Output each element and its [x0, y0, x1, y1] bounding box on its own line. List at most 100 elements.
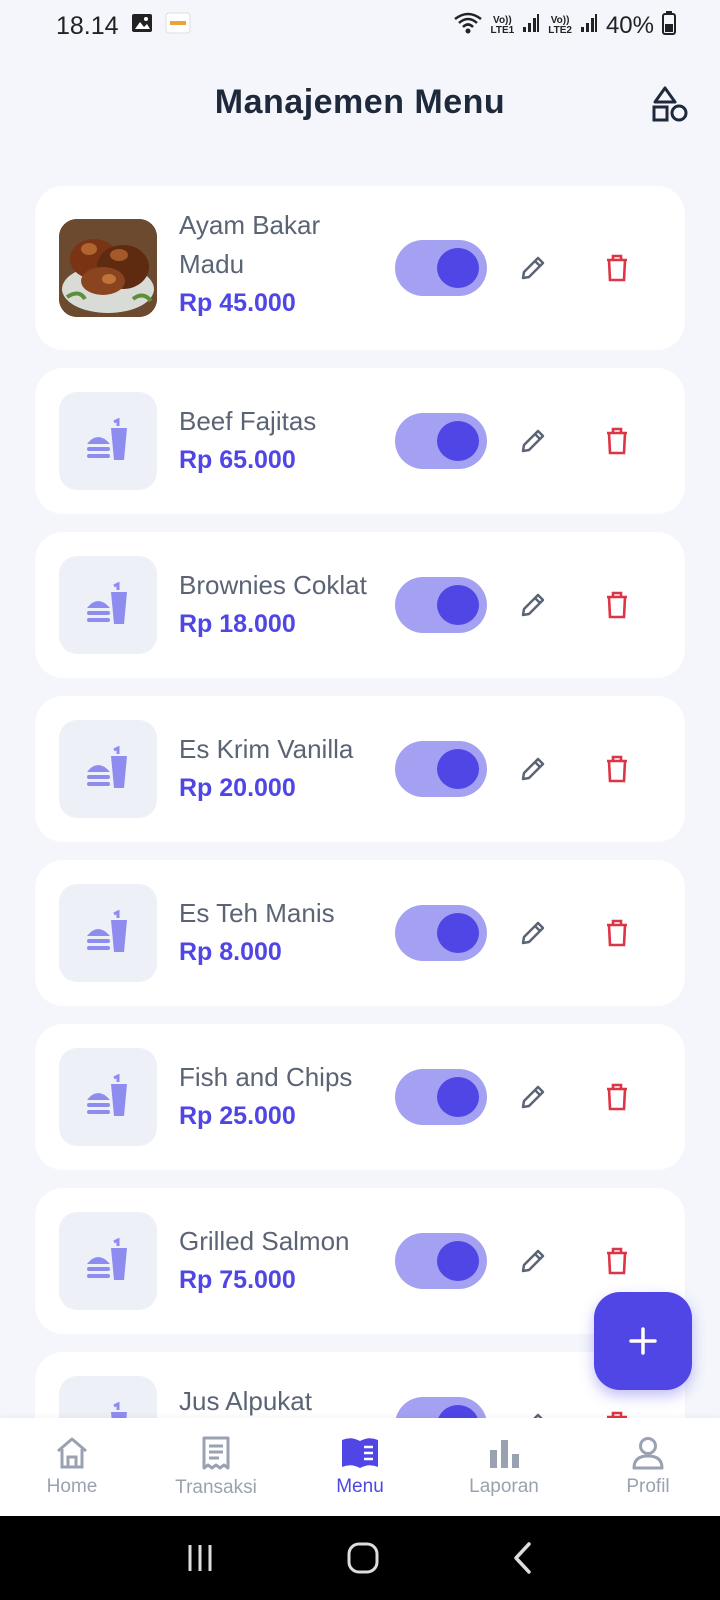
- signal1-icon: [522, 12, 540, 40]
- app-notification-icon: [165, 12, 191, 41]
- menu-item-price: Rp 18.000: [179, 610, 296, 638]
- trash-icon: [607, 1411, 627, 1418]
- availability-toggle[interactable]: [395, 1397, 487, 1418]
- edit-button[interactable]: [511, 1075, 555, 1119]
- availability-toggle[interactable]: [395, 577, 487, 633]
- availability-toggle[interactable]: [395, 240, 487, 296]
- nav-item-laporan[interactable]: Laporan: [432, 1418, 576, 1516]
- food-placeholder-icon: [59, 1212, 157, 1310]
- trash-icon: [607, 427, 627, 455]
- delete-button[interactable]: [595, 1239, 639, 1283]
- menu-item-price: Rp 25.000: [179, 1102, 296, 1130]
- recent-apps-icon[interactable]: [185, 1543, 215, 1573]
- menu-item-price: Rp 45.000: [179, 289, 296, 317]
- edit-button[interactable]: [511, 583, 555, 627]
- delete-button[interactable]: [595, 1403, 639, 1418]
- edit-button[interactable]: [511, 419, 555, 463]
- menu-item-price: Rp 65.000: [179, 446, 296, 474]
- menu-item-card[interactable]: Grilled Salmon Rp 75.000: [35, 1188, 685, 1334]
- pencil-icon: [521, 1249, 545, 1273]
- availability-toggle[interactable]: [395, 1233, 487, 1289]
- toggle-knob: [437, 913, 479, 953]
- edit-button[interactable]: [511, 911, 555, 955]
- menu-item-card[interactable]: Jus Alpukat: [35, 1352, 685, 1418]
- bar-chart-icon: [490, 1440, 519, 1468]
- trash-icon: [607, 1247, 627, 1275]
- home-icon: [57, 1437, 87, 1469]
- toggle-knob: [437, 1077, 479, 1117]
- menu-item-name: Fish and Chips: [179, 1062, 353, 1092]
- availability-toggle[interactable]: [395, 905, 487, 961]
- trash-icon: [607, 591, 627, 619]
- menu-item-card[interactable]: Es Teh Manis Rp 8.000: [35, 860, 685, 1006]
- trash-icon: [607, 919, 627, 947]
- food-placeholder-icon: [59, 720, 157, 818]
- battery-icon: [662, 10, 676, 42]
- menu-item-card[interactable]: Fish and Chips Rp 25.000: [35, 1024, 685, 1170]
- menu-item-card[interactable]: Brownies Coklat Rp 18.000: [35, 532, 685, 678]
- edit-button[interactable]: [511, 1239, 555, 1283]
- nav-label: Menu: [336, 1476, 384, 1497]
- status-bar: 18.14 Vo)) LTE1 Vo)) LTE2 40%: [0, 0, 720, 52]
- food-placeholder-icon: [59, 556, 157, 654]
- delete-button[interactable]: [595, 911, 639, 955]
- toggle-knob: [437, 248, 479, 288]
- availability-toggle[interactable]: [395, 413, 487, 469]
- menu-item-card[interactable]: Beef Fajitas Rp 65.000: [35, 368, 685, 514]
- nav-item-profil[interactable]: Profil: [576, 1418, 720, 1516]
- back-icon[interactable]: [511, 1541, 535, 1575]
- availability-toggle[interactable]: [395, 741, 487, 797]
- menu-item-price: Rp 75.000: [179, 1266, 296, 1294]
- status-time: 18.14: [56, 11, 119, 40]
- menu-list: Ayam Bakar Madu Rp 45.000 Beef Fajitas R…: [35, 186, 685, 1418]
- wifi-icon: [453, 11, 483, 42]
- menu-item-card[interactable]: Es Krim Vanilla Rp 20.000: [35, 696, 685, 842]
- menu-item-name: Ayam Bakar Madu: [179, 210, 321, 279]
- menu-item-card[interactable]: Ayam Bakar Madu Rp 45.000: [35, 186, 685, 350]
- delete-button[interactable]: [595, 583, 639, 627]
- pencil-icon: [521, 256, 545, 280]
- app-header: Manajemen Menu: [0, 72, 720, 132]
- user-icon: [632, 1437, 664, 1470]
- menu-item-name: Es Teh Manis: [179, 898, 335, 928]
- menu-item-price: Rp 8.000: [179, 938, 282, 966]
- edit-button[interactable]: [511, 747, 555, 791]
- menu-item-name: Jus Alpukat: [179, 1386, 312, 1416]
- delete-button[interactable]: [595, 419, 639, 463]
- toggle-knob: [437, 421, 479, 461]
- delete-button[interactable]: [595, 246, 639, 290]
- plus-icon: [629, 1327, 657, 1355]
- menu-item-name: Grilled Salmon: [179, 1226, 350, 1256]
- sim2-label: Vo)) LTE2: [548, 15, 572, 36]
- food-placeholder-icon: [59, 1048, 157, 1146]
- bottom-navigation: Home Transaksi Menu Laporan Profil: [0, 1418, 720, 1516]
- nav-item-home[interactable]: Home: [0, 1418, 144, 1516]
- pencil-icon: [521, 757, 545, 781]
- pencil-icon: [521, 593, 545, 617]
- edit-button[interactable]: [511, 246, 555, 290]
- home-system-icon[interactable]: [346, 1541, 380, 1575]
- nav-label: Transaksi: [175, 1477, 257, 1498]
- trash-icon: [607, 254, 627, 282]
- nav-item-menu[interactable]: Menu: [288, 1418, 432, 1516]
- food-placeholder-icon: [59, 884, 157, 982]
- food-placeholder-icon: [59, 392, 157, 490]
- edit-button[interactable]: [511, 1403, 555, 1418]
- shapes-icon: [652, 86, 688, 122]
- toggle-knob: [437, 1405, 479, 1418]
- pencil-icon: [521, 921, 545, 945]
- battery-percent: 40%: [605, 12, 654, 39]
- trash-icon: [607, 1083, 627, 1111]
- menu-item-name: Brownies Coklat: [179, 570, 367, 600]
- menu-item-name: Es Krim Vanilla: [179, 734, 354, 764]
- delete-button[interactable]: [595, 1075, 639, 1119]
- receipt-icon: [202, 1436, 230, 1470]
- add-menu-button[interactable]: [594, 1292, 692, 1390]
- shapes-button[interactable]: [648, 82, 692, 126]
- delete-button[interactable]: [595, 747, 639, 791]
- availability-toggle[interactable]: [395, 1069, 487, 1125]
- nav-item-transaksi[interactable]: Transaksi: [144, 1418, 288, 1516]
- page-title: Manajemen Menu: [214, 82, 506, 121]
- trash-icon: [607, 755, 627, 783]
- signal2-icon: [580, 12, 598, 40]
